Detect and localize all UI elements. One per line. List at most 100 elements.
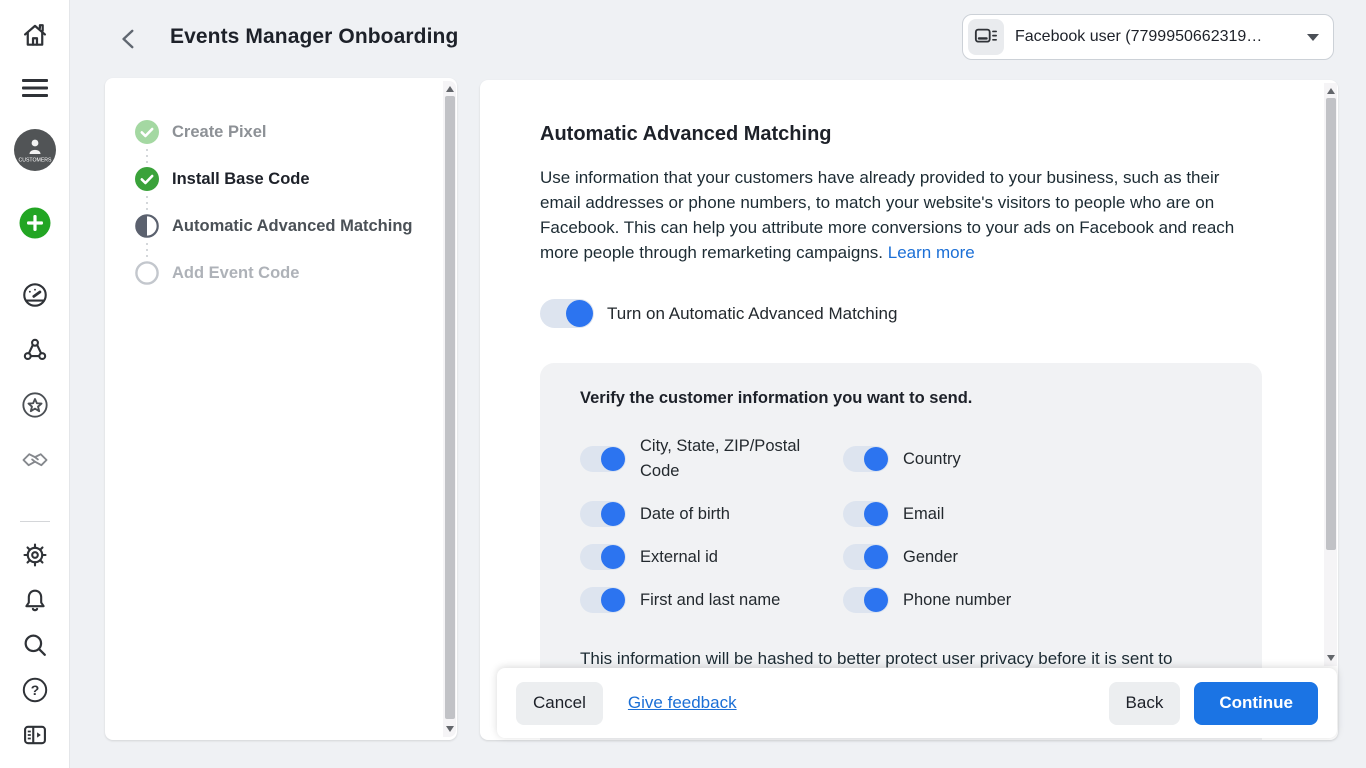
svg-text:CUSTOMERS: CUSTOMERS — [18, 158, 52, 164]
toggle-knob — [601, 545, 625, 569]
date-of-birth-toggle[interactable] — [580, 501, 626, 527]
panel-description: Use information that your customers have… — [540, 165, 1256, 265]
events-manager-onboarding-screen: CUSTOMERS — [0, 0, 1366, 768]
handshake-icon — [20, 446, 50, 474]
svg-text:?: ? — [31, 682, 40, 698]
scroll-up-arrow[interactable] — [1327, 88, 1335, 94]
city-state-zip-toggle[interactable] — [580, 446, 626, 472]
account-selector-label: Facebook user (7799950662319… — [1015, 28, 1262, 46]
automatic-advanced-matching-toggle[interactable] — [540, 299, 594, 328]
phone-number-toggle[interactable] — [843, 587, 889, 613]
master-toggle-row: Turn on Automatic Advanced Matching — [540, 299, 897, 328]
back-button[interactable]: Back — [1109, 682, 1181, 725]
create-button[interactable] — [0, 207, 70, 239]
toggle-knob — [601, 502, 625, 526]
scroll-down-arrow[interactable] — [446, 726, 454, 732]
toggle-item-phone-number: Phone number — [843, 587, 1222, 613]
panel-heading: Automatic Advanced Matching — [540, 123, 832, 146]
master-toggle-label: Turn on Automatic Advanced Matching — [607, 304, 897, 324]
toggle-label: Date of birth — [640, 505, 730, 524]
collapse-panel-button[interactable] — [0, 721, 70, 749]
step-complete-icon — [135, 120, 159, 144]
page-title: Events Manager Onboarding — [170, 25, 458, 49]
toggle-knob — [864, 447, 888, 471]
create-plus-icon — [19, 207, 51, 239]
main-menu-button[interactable] — [0, 74, 70, 102]
toggle-item-date-of-birth: Date of birth — [580, 501, 843, 527]
settings-button[interactable] — [0, 541, 70, 569]
toggle-label: Phone number — [903, 591, 1011, 610]
learn-more-link[interactable]: Learn more — [888, 243, 975, 262]
toggle-label: Email — [903, 505, 944, 524]
star-icon — [21, 391, 49, 419]
toggle-knob — [601, 588, 625, 612]
collapse-panel-icon — [21, 721, 49, 749]
search-button[interactable] — [0, 631, 70, 659]
toggle-knob — [864, 588, 888, 612]
customers-account-button[interactable]: CUSTOMERS — [0, 128, 70, 172]
back-navigation-button[interactable] — [114, 24, 144, 54]
toggle-label: Gender — [903, 548, 958, 567]
favorites-button[interactable] — [0, 391, 70, 419]
external-id-toggle[interactable] — [580, 544, 626, 570]
partnerships-button[interactable] — [0, 446, 70, 474]
pixel-account-icon — [968, 19, 1004, 55]
step-connector — [146, 238, 457, 261]
first-last-name-toggle[interactable] — [580, 587, 626, 613]
toggle-knob — [566, 300, 593, 327]
left-nav-rail: CUSTOMERS — [0, 0, 70, 768]
home-button[interactable] — [0, 20, 70, 50]
wizard-footer: Cancel Give feedback Back Continue — [497, 668, 1337, 738]
toggle-label: External id — [640, 548, 718, 567]
menu-icon — [21, 76, 49, 100]
account-selector-dropdown[interactable]: Facebook user (7799950662319… — [962, 14, 1334, 60]
toggle-knob — [601, 447, 625, 471]
step-label: Install Base Code — [172, 170, 310, 189]
scroll-up-arrow[interactable] — [446, 86, 454, 92]
gender-toggle[interactable] — [843, 544, 889, 570]
toggle-item-gender: Gender — [843, 544, 1222, 570]
toggle-label: City, State, ZIP/Postal Code — [640, 434, 818, 484]
customers-avatar: CUSTOMERS — [13, 128, 57, 172]
toggle-label: Country — [903, 450, 961, 469]
step-create-pixel[interactable]: Create Pixel — [135, 120, 457, 144]
customer-info-toggle-grid: City, State, ZIP/Postal Code Country Dat… — [580, 434, 1222, 613]
stepper-scrollbar[interactable] — [443, 81, 456, 737]
country-toggle[interactable] — [843, 446, 889, 472]
email-toggle[interactable] — [843, 501, 889, 527]
scrollbar-thumb[interactable] — [445, 96, 455, 719]
toggle-item-external-id: External id — [580, 544, 843, 570]
connections-button[interactable] — [0, 336, 70, 364]
automatic-advanced-matching-panel: Automatic Advanced Matching Use informat… — [480, 80, 1338, 740]
toggle-label: First and last name — [640, 591, 780, 610]
notifications-bell-icon — [21, 586, 49, 614]
toggle-item-first-last-name: First and last name — [580, 587, 843, 613]
toggle-knob — [864, 545, 888, 569]
notifications-button[interactable] — [0, 586, 70, 614]
onboarding-steps: Create Pixel Install Base Code — [105, 78, 457, 285]
toggle-item-country: Country — [843, 446, 1222, 472]
toggle-item-email: Email — [843, 501, 1222, 527]
main-scrollbar[interactable] — [1324, 83, 1337, 666]
step-install-base-code[interactable]: Install Base Code — [135, 167, 457, 191]
step-label: Add Event Code — [172, 264, 299, 283]
step-label: Automatic Advanced Matching — [172, 217, 413, 236]
step-in-progress-icon — [135, 214, 159, 238]
scrollbar-thumb[interactable] — [1326, 98, 1336, 550]
continue-button[interactable]: Continue — [1194, 682, 1318, 725]
toggle-item-city-state-zip: City, State, ZIP/Postal Code — [580, 434, 843, 484]
help-button[interactable]: ? — [0, 676, 70, 704]
step-connector — [146, 191, 457, 214]
step-connector — [146, 144, 457, 167]
scroll-down-arrow[interactable] — [1327, 655, 1335, 661]
step-automatic-advanced-matching[interactable]: Automatic Advanced Matching — [135, 214, 457, 238]
cancel-button[interactable]: Cancel — [516, 682, 603, 725]
verify-card-title: Verify the customer information you want… — [580, 389, 1222, 408]
help-icon: ? — [21, 676, 49, 704]
chevron-down-icon — [1307, 34, 1319, 41]
step-add-event-code[interactable]: Add Event Code — [135, 261, 457, 285]
overview-button[interactable] — [0, 281, 70, 309]
step-complete-icon — [135, 167, 159, 191]
give-feedback-link[interactable]: Give feedback — [628, 693, 737, 713]
settings-gear-icon — [21, 541, 49, 569]
